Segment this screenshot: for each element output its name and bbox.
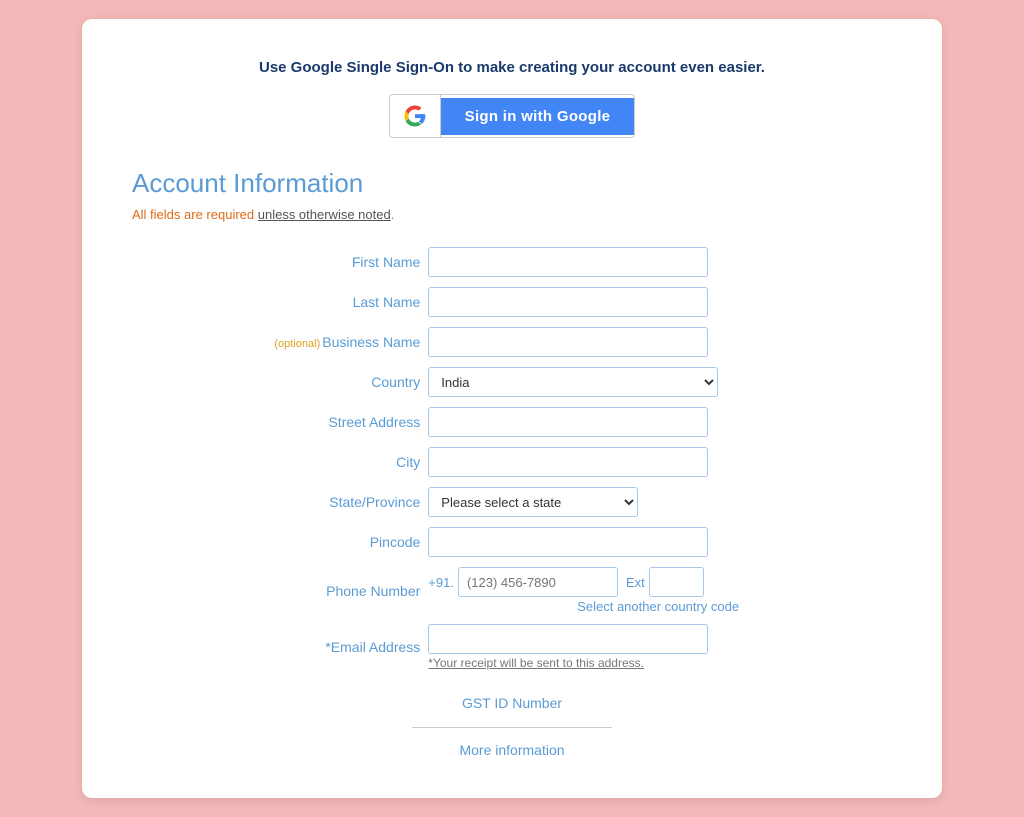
email-row: *Email Address *Your receipt will be sen…: [132, 619, 892, 675]
state-row: State/Province Please select a state: [132, 482, 892, 522]
state-label: State/Province: [132, 482, 424, 522]
country-select[interactable]: India: [428, 367, 718, 397]
email-note-suffix: be sent to this address.: [517, 656, 644, 670]
email-note-link: will: [500, 656, 517, 670]
city-cell: [424, 442, 892, 482]
last-name-label: Last Name: [132, 282, 424, 322]
google-g-icon: [404, 105, 426, 127]
phone-cell: +91. Ext Select another country code: [424, 562, 892, 619]
first-name-input[interactable]: [428, 247, 708, 277]
business-name-label: (optional)Business Name: [132, 322, 424, 362]
first-name-cell: [424, 242, 892, 282]
ext-label: Ext: [626, 575, 645, 590]
first-name-row: First Name: [132, 242, 892, 282]
last-name-row: Last Name: [132, 282, 892, 322]
sign-in-with-google-button[interactable]: Sign in with Google: [389, 94, 636, 138]
country-row: Country India: [132, 362, 892, 402]
phone-ext-input[interactable]: [649, 567, 704, 597]
business-name-input[interactable]: [428, 327, 708, 357]
pincode-row: Pincode: [132, 522, 892, 562]
more-information-link[interactable]: More information: [132, 742, 892, 758]
city-row: City: [132, 442, 892, 482]
pincode-label: Pincode: [132, 522, 424, 562]
phone-row: Phone Number +91. Ext Select another cou…: [132, 562, 892, 619]
business-name-optional: (optional): [274, 338, 320, 350]
street-address-input[interactable]: [428, 407, 708, 437]
email-note-prefix: *Your receipt: [428, 656, 500, 670]
state-select[interactable]: Please select a state: [428, 487, 638, 517]
fields-note-prefix: All fields are required: [132, 207, 258, 222]
account-information-section: Account Information All fields are requi…: [132, 168, 892, 758]
sso-section: Use Google Single Sign-On to make creati…: [132, 59, 892, 138]
gst-id-number-link[interactable]: GST ID Number: [462, 695, 562, 711]
business-name-row: (optional)Business Name: [132, 322, 892, 362]
country-label: Country: [132, 362, 424, 402]
last-name-input[interactable]: [428, 287, 708, 317]
email-note: *Your receipt will be sent to this addre…: [428, 656, 888, 670]
gst-section: GST ID Number More information: [132, 695, 892, 758]
phone-label: Phone Number: [132, 562, 424, 619]
fields-note: All fields are required unless otherwise…: [132, 207, 892, 222]
pincode-input[interactable]: [428, 527, 708, 557]
fields-note-link: unless otherwise noted: [258, 207, 391, 222]
street-address-label: Street Address: [132, 402, 424, 442]
business-name-cell: [424, 322, 892, 362]
phone-inputs-wrapper: +91. Ext: [428, 567, 888, 597]
last-name-cell: [424, 282, 892, 322]
fields-note-suffix: .: [391, 207, 395, 222]
account-form-table: First Name Last Name (optional)Business …: [132, 242, 892, 675]
city-label: City: [132, 442, 424, 482]
country-cell: India: [424, 362, 892, 402]
phone-prefix: +91.: [428, 575, 454, 590]
street-address-cell: [424, 402, 892, 442]
main-card: Use Google Single Sign-On to make creati…: [82, 19, 942, 798]
section-heading: Account Information: [132, 168, 892, 199]
section-divider: [412, 727, 612, 728]
street-address-row: Street Address: [132, 402, 892, 442]
phone-number-input[interactable]: [458, 567, 618, 597]
email-cell: *Your receipt will be sent to this addre…: [424, 619, 892, 675]
email-label: *Email Address: [132, 619, 424, 675]
google-icon-wrapper: [390, 95, 441, 137]
pincode-cell: [424, 522, 892, 562]
sso-title: Use Google Single Sign-On to make creati…: [132, 59, 892, 76]
first-name-label: First Name: [132, 242, 424, 282]
select-country-code-link[interactable]: Select another country code: [428, 599, 888, 614]
google-btn-label: Sign in with Google: [441, 98, 635, 135]
email-input[interactable]: [428, 624, 708, 654]
city-input[interactable]: [428, 447, 708, 477]
state-cell: Please select a state: [424, 482, 892, 522]
